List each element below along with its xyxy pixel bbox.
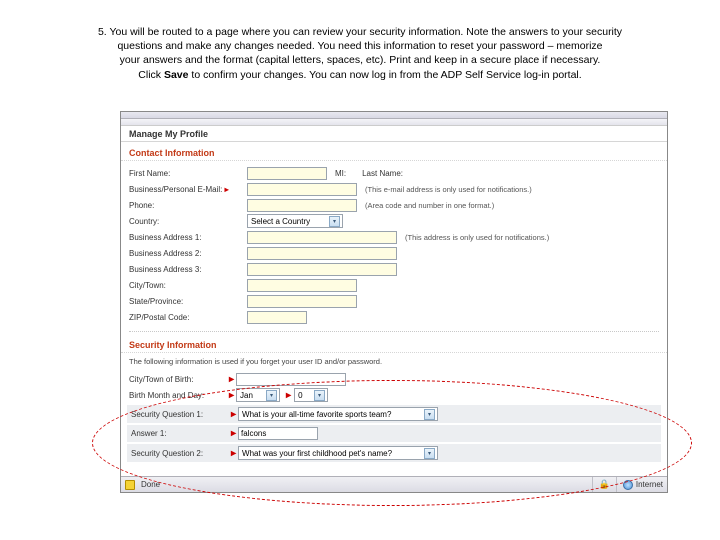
security-info-header: Security Information bbox=[121, 336, 667, 353]
chevron-down-icon: ▾ bbox=[266, 390, 277, 401]
city-field[interactable] bbox=[247, 279, 357, 292]
status-done: Done bbox=[141, 480, 160, 489]
page-title: Manage My Profile bbox=[121, 126, 667, 142]
addr2-label: Business Address 2: bbox=[129, 249, 247, 258]
birth-day-select[interactable]: 0 ▾ bbox=[294, 388, 328, 402]
email-field[interactable] bbox=[247, 183, 357, 196]
country-select[interactable]: Select a Country ▾ bbox=[247, 214, 343, 228]
email-label: Business/Personal E-Mail: ▸ bbox=[129, 185, 247, 194]
instruction-text: 5. You will be routed to a page where yo… bbox=[0, 0, 720, 92]
save-bold: Save bbox=[164, 69, 189, 81]
phone-field[interactable] bbox=[247, 199, 357, 212]
first-name-label: First Name: bbox=[129, 169, 247, 178]
sec-q1-select[interactable]: What is your all-time favorite sports te… bbox=[238, 407, 438, 421]
email-note: (This e-mail address is only used for no… bbox=[365, 185, 532, 194]
internet-zone-icon bbox=[623, 480, 633, 490]
state-label: State/Province: bbox=[129, 297, 247, 306]
chevron-down-icon: ▾ bbox=[424, 409, 435, 420]
addr2-field[interactable] bbox=[247, 247, 397, 260]
sec-q2-label: Security Question 2: bbox=[131, 449, 231, 458]
zip-label: ZIP/Postal Code: bbox=[129, 313, 247, 322]
city-birth-label: City/Town of Birth: bbox=[129, 375, 229, 384]
status-icon bbox=[125, 480, 135, 490]
birth-md-label: Birth Month and Day: bbox=[129, 391, 229, 400]
addr1-label: Business Address 1: bbox=[129, 233, 247, 242]
mi-label: MI: bbox=[335, 169, 350, 178]
phone-note: (Area code and number in one format.) bbox=[365, 201, 494, 210]
contact-info-header: Contact Information bbox=[121, 144, 667, 161]
chevron-down-icon: ▾ bbox=[329, 216, 340, 227]
lock-icon: 🔒 bbox=[599, 479, 610, 490]
sec-q2-select[interactable]: What was your first childhood pet's name… bbox=[238, 446, 438, 460]
sec-a1-label: Answer 1: bbox=[131, 429, 231, 438]
zip-field[interactable] bbox=[247, 311, 307, 324]
birth-month-select[interactable]: Jan ▾ bbox=[236, 388, 280, 402]
profile-screenshot: Manage My Profile Contact Information Fi… bbox=[120, 111, 668, 493]
country-label: Country: bbox=[129, 217, 247, 226]
step-number: 5. bbox=[98, 26, 107, 38]
state-field[interactable] bbox=[247, 295, 357, 308]
addr3-label: Business Address 3: bbox=[129, 265, 247, 274]
page-banner bbox=[121, 119, 667, 126]
status-zone: Internet bbox=[636, 480, 663, 489]
sec-q1-label: Security Question 1: bbox=[131, 410, 231, 419]
last-name-label: Last Name: bbox=[362, 169, 407, 178]
browser-status-bar: Done 🔒 Internet bbox=[121, 476, 667, 492]
addr1-field[interactable] bbox=[247, 231, 397, 244]
browser-toolbar bbox=[121, 112, 667, 119]
chevron-down-icon: ▾ bbox=[424, 448, 435, 459]
security-info-desc: The following information is used if you… bbox=[121, 357, 667, 371]
addr3-field[interactable] bbox=[247, 263, 397, 276]
chevron-down-icon: ▾ bbox=[314, 390, 325, 401]
city-label: City/Town: bbox=[129, 281, 247, 290]
phone-label: Phone: bbox=[129, 201, 247, 210]
sec-a1-field[interactable] bbox=[238, 427, 318, 440]
first-name-field[interactable] bbox=[247, 167, 327, 180]
city-birth-field[interactable] bbox=[236, 373, 346, 386]
addr-note: (This address is only used for notificat… bbox=[405, 233, 549, 242]
